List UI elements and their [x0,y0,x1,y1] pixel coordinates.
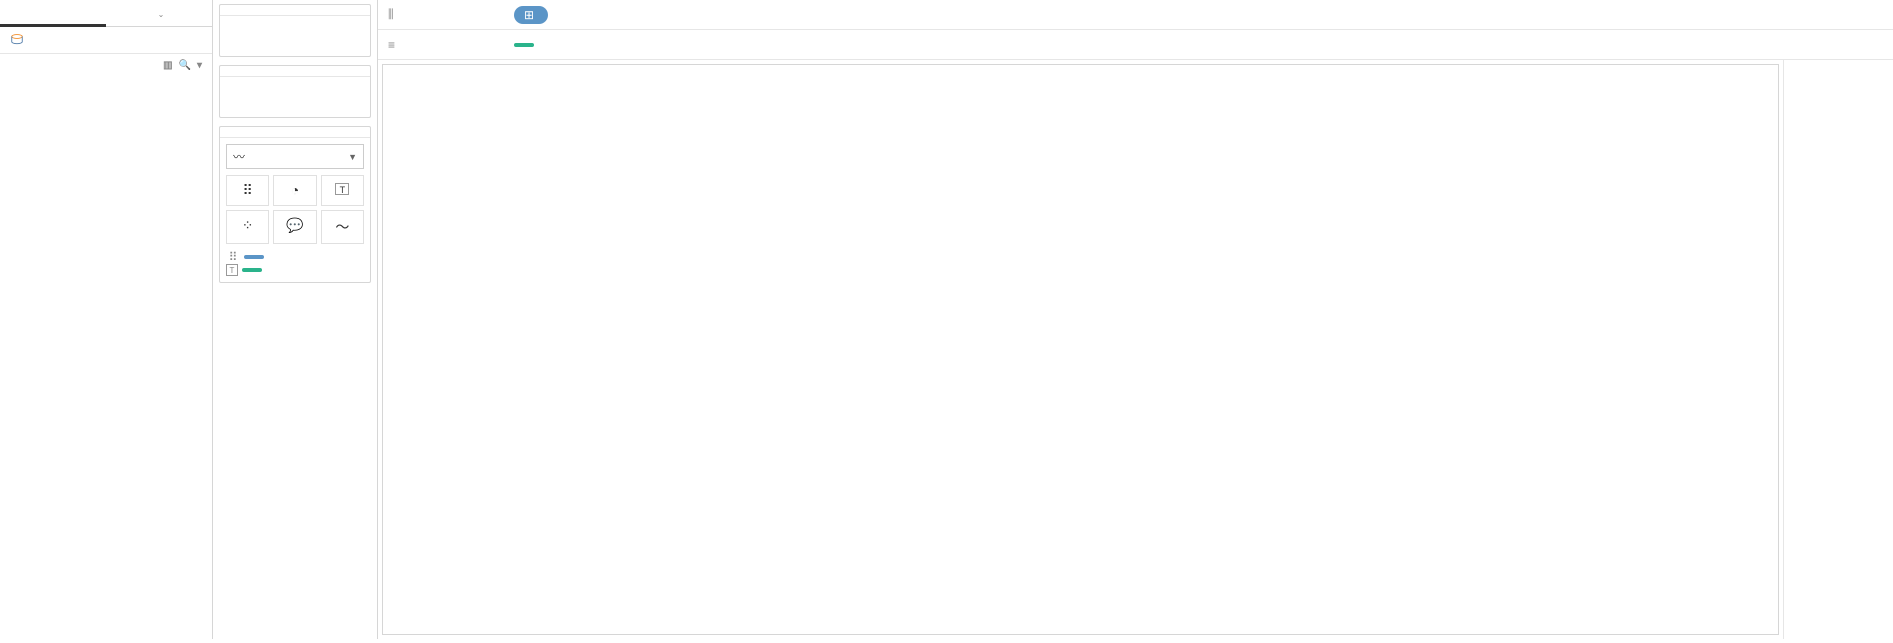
mark-color-button[interactable]: ⠿ [226,175,269,206]
pill-region[interactable] [244,255,264,259]
legend-title [1794,66,1883,74]
columns-icon: ⫼ [388,7,394,22]
legend-pane [1783,60,1893,639]
mark-detail-button[interactable]: ⁘ [226,210,269,244]
pill-sum-unit-price[interactable] [242,268,262,272]
data-panel: ⌄ ▥ 🔍 ▾ [0,0,213,639]
mark-path-button[interactable]: 〜 [321,210,364,244]
dimensions-header: ▥ 🔍 ▾ [0,54,212,75]
data-analytics-tabs: ⌄ [0,0,212,27]
rows-shelf[interactable]: ≡ [378,30,1893,60]
pill-sum-units[interactable] [514,43,534,47]
tab-analytics-caret-icon: ⌄ [158,10,165,19]
size-icon: ◔ [274,182,315,198]
measures-list [0,633,212,639]
chart-canvas[interactable] [382,64,1779,635]
mark-label-button[interactable]: T [321,175,364,206]
measures-header [0,623,212,633]
sheet-title[interactable] [383,65,1778,73]
chart-svg [389,73,1772,637]
pages-card[interactable] [219,4,371,57]
label-shelf-icon: T [226,264,238,276]
path-icon: 〜 [322,217,363,237]
shelf-panel: 〰 ▼ ⠿ ◔ T ⁘ 💬 〜 ⠿ T [213,0,378,639]
color-shelf-icon: ⠿ [226,250,240,264]
rows-icon: ≡ [388,38,395,52]
datasource-row[interactable] [0,27,212,54]
line-mark-icon: 〰 [233,148,245,165]
pages-card-header [220,5,370,16]
chevron-down-icon: ▼ [348,152,357,162]
mark-size-button[interactable]: ◔ [273,175,316,206]
datasource-icon [10,33,24,47]
marks-card: 〰 ▼ ⠿ ◔ T ⁘ 💬 〜 ⠿ T [219,126,371,283]
columns-shelf[interactable]: ⫼ ⊞ [378,0,1893,30]
filters-card-header [220,66,370,77]
label-icon: T [335,183,349,195]
viz-column: ⫼ ⊞ ≡ [378,0,1893,639]
view-as-icon[interactable]: ▥ [163,60,172,71]
tab-analytics[interactable]: ⌄ [106,0,212,26]
color-icon: ⠿ [227,182,268,199]
search-icon[interactable]: 🔍 [179,60,191,71]
detail-icon: ⁘ [227,217,268,234]
tooltip-icon: 💬 [274,217,315,234]
marks-card-header [220,127,370,138]
mark-type-select[interactable]: 〰 ▼ [226,144,364,169]
filters-card[interactable] [219,65,371,118]
pill-month-order-date[interactable]: ⊞ [514,6,548,24]
plus-icon: ⊞ [524,8,534,22]
menu-caret-icon[interactable]: ▾ [197,60,202,71]
tab-data[interactable] [0,0,106,26]
mark-tooltip-button[interactable]: 💬 [273,210,316,244]
